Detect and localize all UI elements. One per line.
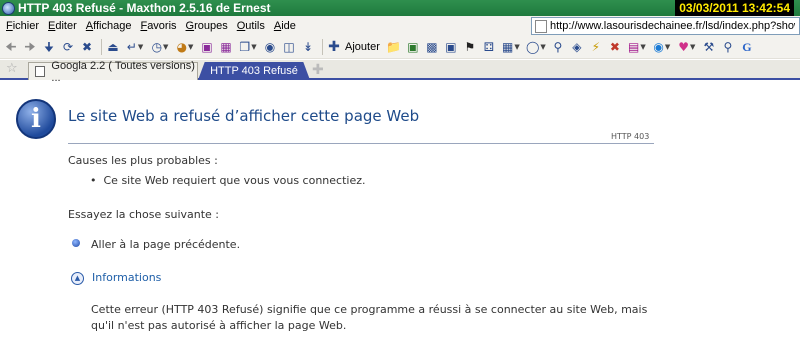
windows-icon[interactable]: ❐ ▼: [237, 39, 259, 55]
back-link[interactable]: Aller à la page précédente.: [91, 238, 240, 251]
toolbar-separator: [101, 38, 102, 55]
tab-label: Googla 2.2 ( Toutes versions) ...: [51, 59, 195, 84]
error-page: i Le site Web a refusé d’afficher cette …: [0, 82, 800, 346]
window-title: HTTP 403 Refusé - Maxthon 2.5.16 de Erne…: [18, 1, 271, 15]
heart-icon[interactable]: ♥ ▼: [676, 39, 698, 55]
tab-http-403[interactable]: HTTP 403 Refusé: [198, 62, 310, 80]
zap-icon[interactable]: ⚡: [588, 39, 604, 55]
bullet: •: [90, 174, 97, 187]
tab-googla[interactable]: Googla 2.2 ( Toutes versions) ...: [28, 60, 198, 84]
screen-icon[interactable]: ▣: [405, 39, 421, 55]
error-explanation: Cette erreur (HTTP 403 Refusé) signifie …: [91, 303, 648, 332]
monitor-icon[interactable]: ▩: [424, 39, 440, 55]
download-icon[interactable]: 🠋: [41, 39, 57, 55]
menu-editer[interactable]: Editer: [46, 20, 84, 32]
bookmark-icon[interactable]: ▦: [218, 39, 234, 55]
menu-affichage[interactable]: Affichage: [84, 20, 139, 32]
try-title: Essayez la chose suivante :: [68, 208, 220, 221]
address-bar: [531, 17, 800, 35]
grid-icon[interactable]: ▦ ▼: [500, 39, 522, 55]
tools-icon[interactable]: ⚒: [701, 39, 717, 55]
chevron-up-icon[interactable]: ▲: [71, 272, 84, 285]
menu-aide[interactable]: Aide: [272, 20, 303, 32]
history-icon[interactable]: ◷ ▼: [149, 39, 171, 55]
tab-page-icon: [35, 66, 46, 77]
menu-outils[interactable]: Outils: [235, 20, 272, 32]
groups-icon[interactable]: ◕ ▼: [174, 39, 196, 55]
http-status-code: HTTP 403: [611, 132, 650, 141]
toolbar-separator: [322, 38, 323, 55]
media-icon[interactable]: ▣: [443, 39, 459, 55]
collapse-icon[interactable]: ↡: [300, 39, 316, 55]
url-input[interactable]: [550, 20, 795, 32]
causes-title: Causes les plus probables :: [68, 154, 218, 167]
forward-icon[interactable]: 🠊: [22, 39, 38, 55]
info-icon: i: [16, 99, 56, 139]
page-title: Le site Web a refusé d’afficher cette pa…: [68, 107, 420, 125]
diamond-icon[interactable]: ◈: [569, 39, 585, 55]
translate-icon[interactable]: ◯ ▼: [525, 39, 547, 55]
bullet-icon: [72, 239, 80, 247]
divider: [68, 143, 654, 144]
maxthon-app-icon[interactable]: [2, 1, 15, 15]
notes-icon[interactable]: ▣: [199, 39, 215, 55]
informations-toggle[interactable]: Informations: [92, 271, 161, 284]
search-icon[interactable]: ⚲: [550, 39, 566, 55]
google-icon[interactable]: G: [739, 39, 755, 55]
cause-item: • Ce site Web requiert que vous vous conn…: [90, 174, 366, 187]
menu-fichier[interactable]: Fichier: [4, 20, 46, 32]
refresh-icon[interactable]: ⟳: [60, 39, 76, 55]
back-icon[interactable]: 🠈: [3, 39, 19, 55]
menu-groupes[interactable]: Groupes: [184, 20, 235, 32]
puzzle-icon[interactable]: ⚃: [481, 39, 497, 55]
tab-bar: ☆ Googla 2.2 ( Toutes versions) ... HTTP…: [0, 60, 800, 84]
folder-icon[interactable]: 📁: [386, 39, 402, 55]
close-tab-icon[interactable]: ✖: [607, 39, 623, 55]
flag-icon[interactable]: ⚑: [462, 39, 478, 55]
star-icon[interactable]: ☆: [6, 61, 22, 77]
add-icon[interactable]: ✚: [326, 39, 342, 55]
text-icon[interactable]: ▤ ▼: [626, 39, 648, 55]
clock-display: 03/03/2011 13:42:54: [675, 0, 794, 16]
color-icon[interactable]: ◉ ▼: [651, 39, 673, 55]
tab-label: HTTP 403 Refusé: [210, 65, 298, 77]
stop-icon[interactable]: ✖: [79, 39, 95, 55]
target-icon[interactable]: ◉: [262, 39, 278, 55]
title-bar: HTTP 403 Refusé - Maxthon 2.5.16 de Erne…: [0, 0, 800, 16]
undo-icon[interactable]: ↵ ▼: [124, 39, 146, 55]
page-icon: [535, 19, 547, 33]
add-favorite-button[interactable]: Ajouter: [345, 41, 380, 53]
toolbar: 🠈 🠊 🠋 ⟳ ✖ ⏏ ↵ ▼ ◷ ▼ ◕ ▼ ▣ ▦ ❐ ▼ ◉ ◫ ↡ ✚ Ajou…: [0, 35, 800, 59]
zoom-icon[interactable]: ⚲: [720, 39, 736, 55]
eject-icon[interactable]: ⏏: [105, 39, 121, 55]
menu-favoris[interactable]: Favoris: [138, 20, 183, 32]
new-tab-icon[interactable]: ✚: [312, 63, 326, 77]
split-icon[interactable]: ◫: [281, 39, 297, 55]
cause-text: Ce site Web requiert que vous vous conne…: [103, 174, 366, 187]
